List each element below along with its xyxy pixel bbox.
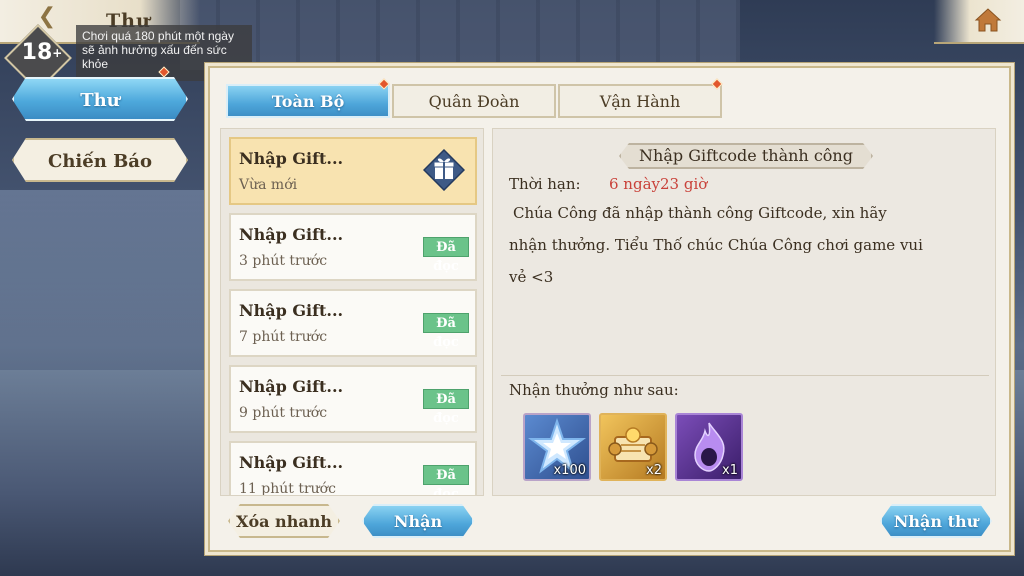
reward-item[interactable]: x2: [599, 413, 667, 481]
side-nav-battle-report-label: Chiến Báo: [48, 151, 152, 172]
receive-fast-button[interactable]: Nhận nhanh: [362, 504, 474, 538]
delete-fast-button[interactable]: Xóa nhanh: [228, 504, 340, 538]
home-plate: [934, 0, 1024, 44]
mail-time: Vừa mới: [239, 177, 298, 193]
mail-detail-title: Nhập Giftcode thành công: [619, 143, 873, 169]
gift-icon: [423, 149, 465, 191]
back-arrow-icon[interactable]: ❮: [30, 6, 64, 28]
deadline-value: 6 ngày23 giờ: [609, 175, 708, 193]
read-badge: Đã đọc: [423, 237, 469, 274]
mail-item[interactable]: Nhập Gift... Vừa mới: [229, 137, 477, 205]
mail-item[interactable]: Nhập Gift... 3 phút trước Đã đọc: [229, 213, 477, 281]
mail-title: Nhập Gift...: [239, 453, 344, 472]
delete-fast-label: Xóa nhanh: [236, 512, 332, 531]
mail-body: Chúa Công đã nhập thành công Giftcode, x…: [509, 204, 923, 286]
mail-title: Nhập Gift...: [239, 377, 344, 396]
side-nav-battle-report[interactable]: Chiến Báo: [12, 138, 188, 182]
mail-item[interactable]: Nhập Gift... 9 phút trước Đã đọc: [229, 365, 477, 433]
receive-mail-button[interactable]: Nhận thư: [880, 504, 992, 538]
mail-time: 7 phút trước: [239, 329, 328, 345]
mail-time: 11 phút trước: [239, 481, 336, 496]
tab-all[interactable]: Toàn Bộ: [226, 84, 390, 118]
mail-title: Nhập Gift...: [239, 301, 344, 320]
reward-qty: x1: [722, 463, 738, 478]
tab-operation[interactable]: Vận Hành: [558, 84, 722, 118]
home-icon[interactable]: [974, 7, 1002, 33]
reward-qty: x2: [646, 463, 662, 478]
deadline-label: Thời hạn:: [509, 175, 581, 193]
reward-qty: x100: [553, 463, 586, 478]
mail-time: 3 phút trước: [239, 253, 328, 269]
mail-time: 9 phút trước: [239, 405, 328, 421]
mail-item[interactable]: Nhập Gift... 11 phút trước Đã đọc: [229, 441, 477, 496]
mail-title: Nhập Gift...: [239, 149, 344, 168]
reward-label: Nhận thưởng như sau:: [509, 381, 679, 399]
divider: [501, 375, 989, 376]
age-rating-text: 18+: [21, 40, 63, 65]
side-nav-mail-label: Thư: [80, 90, 120, 111]
read-badge: Đã đọc: [423, 389, 469, 426]
mail-detail: Nhập Giftcode thành công Thời hạn: 6 ngà…: [492, 128, 996, 496]
mail-panel: Toàn Bộ Quân Đoàn Vận Hành Nhập Gift... …: [208, 66, 1011, 552]
read-badge: Đã đọc: [423, 465, 469, 495]
mail-item[interactable]: Nhập Gift... 7 phút trước Đã đọc: [229, 289, 477, 357]
tab-legion-label: Quân Đoàn: [428, 92, 520, 111]
tab-legion[interactable]: Quân Đoàn: [392, 84, 556, 118]
reward-item[interactable]: x1: [675, 413, 743, 481]
read-badge: Đã đọc: [423, 313, 469, 350]
reward-item[interactable]: x100: [523, 413, 591, 481]
receive-mail-label: Nhận thư: [893, 512, 979, 531]
tab-all-label: Toàn Bộ: [271, 92, 345, 111]
side-nav-mail[interactable]: Thư: [12, 77, 188, 121]
mail-title: Nhập Gift...: [239, 225, 344, 244]
tab-operation-label: Vận Hành: [599, 92, 681, 111]
mail-list[interactable]: Nhập Gift... Vừa mới Nhập Gift... 3 phút…: [220, 128, 484, 496]
